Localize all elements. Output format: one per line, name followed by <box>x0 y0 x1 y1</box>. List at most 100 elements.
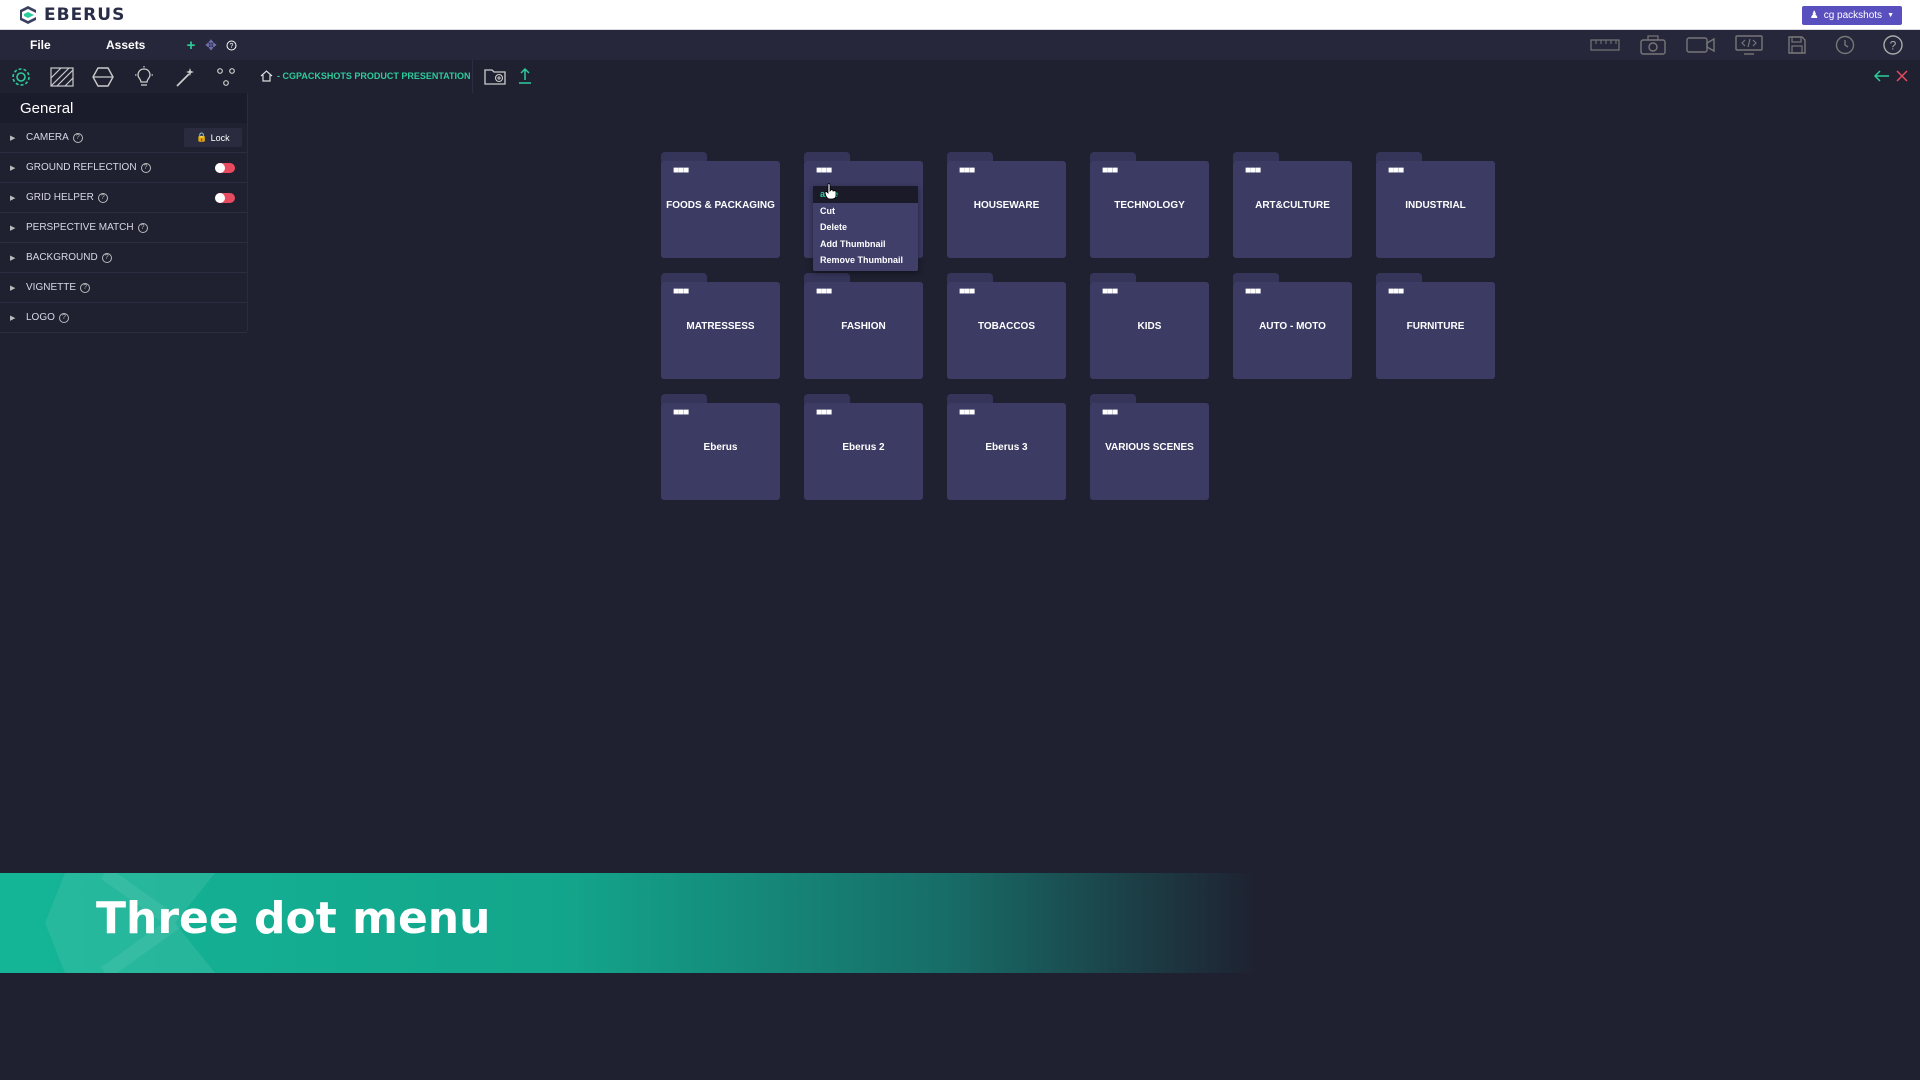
context-menu-remove-thumbnail[interactable]: Remove Thumbnail <box>813 252 918 269</box>
context-menu-delete[interactable]: Delete <box>813 219 918 236</box>
new-folder-icon[interactable] <box>484 67 506 90</box>
folder-card[interactable]: ■■■ KIDS <box>1090 273 1209 379</box>
panel-nav <box>1873 69 1908 87</box>
help-icon[interactable]: ? <box>58 312 69 323</box>
three-dot-menu-icon[interactable]: ■■■ <box>1102 407 1118 418</box>
folder-card[interactable]: ■■■ MATRESSESS <box>661 273 780 379</box>
help-icon[interactable]: ? <box>101 252 112 263</box>
sidebar-item-vignette[interactable]: ▶ VIGNETTE ? <box>0 273 247 303</box>
texture-icon[interactable] <box>49 64 75 90</box>
help-icon[interactable]: ? <box>140 162 151 173</box>
shape-icon[interactable] <box>90 64 116 90</box>
sidebar-item-grid-helper[interactable]: ▶ GRID HELPER ? <box>0 183 247 213</box>
help-icon[interactable]: ? <box>221 37 241 54</box>
three-dot-menu-icon[interactable]: ■■■ <box>1102 165 1118 176</box>
settings-icon[interactable] <box>8 64 34 90</box>
folder-name: FOODS & PACKAGING <box>666 200 775 211</box>
folder-card[interactable]: ■■■ ART&CULTURE <box>1233 152 1352 258</box>
lock-button[interactable]: 🔒 Lock <box>184 128 242 147</box>
three-dot-menu-icon[interactable]: ■■■ <box>1102 286 1118 297</box>
panel-tabs <box>8 64 239 90</box>
magic-wand-icon[interactable] <box>172 64 198 90</box>
grid-helper-toggle[interactable] <box>215 193 235 203</box>
folder-card[interactable]: ■■■ FOODS & PACKAGING <box>661 152 780 258</box>
chevron-down-icon: ▼ <box>1887 12 1894 19</box>
folder-card[interactable]: ■■■ TECHNOLOGY <box>1090 152 1209 258</box>
light-icon[interactable] <box>131 64 157 90</box>
caret-right-icon: ▶ <box>10 194 16 202</box>
folder-card[interactable]: ■■■ HOUSEWARE <box>947 152 1066 258</box>
ground-reflection-toggle[interactable] <box>215 163 235 173</box>
three-dot-menu-icon[interactable]: ■■■ <box>816 165 832 176</box>
folder-card[interactable]: ■■■ VARIOUS SCENES <box>1090 394 1209 500</box>
folder-card[interactable]: ■■■ Eberus <box>661 394 780 500</box>
user-icon: ♟ <box>1809 10 1819 21</box>
upload-icon[interactable] <box>518 67 532 90</box>
user-menu-button[interactable]: ♟ cg packshots ▼ <box>1801 6 1902 25</box>
folder-card[interactable]: ■■■ INDUSTRIAL <box>1376 152 1495 258</box>
camera-icon[interactable] <box>1636 34 1670 56</box>
three-dot-menu-icon[interactable]: ■■■ <box>959 165 975 176</box>
close-icon[interactable] <box>1896 69 1908 87</box>
arrow-left-icon[interactable] <box>1873 69 1890 87</box>
folder-name: TECHNOLOGY <box>1114 200 1185 211</box>
three-dot-menu-icon[interactable]: ■■■ <box>673 286 689 297</box>
banner-title: Three dot menu <box>96 893 491 944</box>
breadcrumb[interactable]: - CGPACKSHOTS PRODUCT PRESENTATION <box>260 70 471 82</box>
three-dot-menu-icon[interactable]: ■■■ <box>1245 286 1261 297</box>
sidebar-item-perspective-match[interactable]: ▶ PERSPECTIVE MATCH ? <box>0 213 247 243</box>
caret-right-icon: ▶ <box>10 314 16 322</box>
three-dot-menu-icon[interactable]: ■■■ <box>673 407 689 418</box>
sidebar-item-label: PERSPECTIVE MATCH <box>26 222 134 233</box>
folder-card[interactable]: ■■■ AUTO - MOTO <box>1233 273 1352 379</box>
help-icon[interactable]: ? <box>72 132 83 143</box>
nodes-icon[interactable] <box>213 64 239 90</box>
caret-right-icon: ▶ <box>10 164 16 172</box>
ruler-icon[interactable] <box>1588 34 1622 56</box>
app-logo[interactable]: EBERUS <box>18 5 125 25</box>
three-dot-menu-icon[interactable]: ■■■ <box>816 286 832 297</box>
move-icon[interactable]: ✥ <box>201 37 221 54</box>
three-dot-menu-icon[interactable]: ■■■ <box>816 407 832 418</box>
folder-name: FURNITURE <box>1406 321 1465 332</box>
folder-card[interactable]: ■■■ TOBACCOS <box>947 273 1066 379</box>
menu-assets[interactable]: Assets <box>106 38 145 52</box>
caret-right-icon: ▶ <box>10 134 16 142</box>
folder-card[interactable]: ■■■ Eberus 3 <box>947 394 1066 500</box>
help-circle-icon[interactable]: ? <box>1876 34 1910 56</box>
sidebar-item-ground-reflection[interactable]: ▶ GROUND REFLECTION ? <box>0 153 247 183</box>
context-menu-cut[interactable]: Cut <box>813 203 918 220</box>
save-icon[interactable] <box>1780 34 1814 56</box>
help-icon[interactable]: ? <box>97 192 108 203</box>
sidebar-title: General <box>0 93 247 123</box>
sidebar-item-background[interactable]: ▶ BACKGROUND ? <box>0 243 247 273</box>
menubar: File Assets + ✥ ? ? <box>0 30 1920 60</box>
video-icon[interactable] <box>1684 34 1718 56</box>
sidebar-item-camera[interactable]: ▶ CAMERA ? 🔒 Lock <box>0 123 247 153</box>
home-icon[interactable] <box>260 70 273 82</box>
help-icon[interactable]: ? <box>137 222 148 233</box>
menu-file[interactable]: File <box>30 38 51 52</box>
breadcrumb-path[interactable]: - CGPACKSHOTS PRODUCT PRESENTATION <box>277 71 471 81</box>
three-dot-menu-icon[interactable]: ■■■ <box>959 407 975 418</box>
history-icon[interactable] <box>1828 34 1862 56</box>
add-icon[interactable]: + <box>181 37 201 54</box>
three-dot-menu-icon[interactable]: ■■■ <box>1388 165 1404 176</box>
three-dot-menu-icon[interactable]: ■■■ <box>673 165 689 176</box>
three-dot-menu-icon[interactable]: ■■■ <box>1388 286 1404 297</box>
embed-icon[interactable] <box>1732 34 1766 56</box>
three-dot-menu-icon[interactable]: ■■■ <box>959 286 975 297</box>
folder-name: HOUSEWARE <box>973 200 1040 211</box>
folder-name: Eberus 3 <box>985 442 1028 453</box>
toolbar: - CGPACKSHOTS PRODUCT PRESENTATION <box>0 60 1920 93</box>
caret-right-icon: ▶ <box>10 284 16 292</box>
folder-card[interactable]: ■■■ Eberus 2 <box>804 394 923 500</box>
asset-actions: + ✥ ? <box>181 37 241 54</box>
three-dot-menu-icon[interactable]: ■■■ <box>1245 165 1261 176</box>
eberus-logo-icon <box>20 6 36 24</box>
help-icon[interactable]: ? <box>80 282 91 293</box>
sidebar-item-logo[interactable]: ▶ LOGO ? <box>0 303 247 333</box>
folder-card[interactable]: ■■■ FURNITURE <box>1376 273 1495 379</box>
folder-card[interactable]: ■■■ FASHION <box>804 273 923 379</box>
context-menu-add-thumbnail[interactable]: Add Thumbnail <box>813 236 918 253</box>
